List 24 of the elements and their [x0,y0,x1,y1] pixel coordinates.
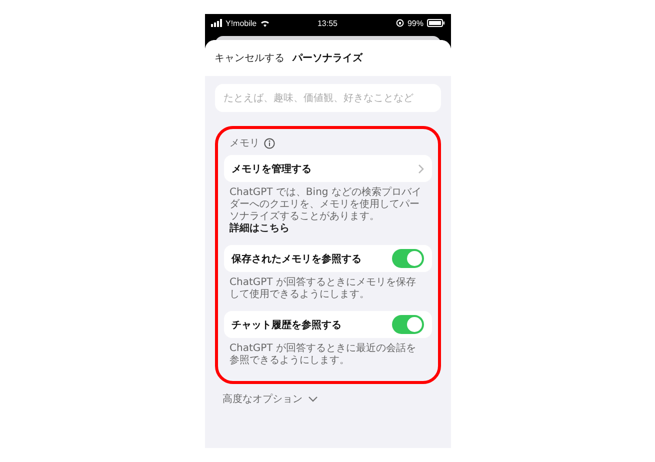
cancel-button[interactable]: キャンセルする [214,51,284,65]
row-label: チャット履歴を参照する [232,318,342,332]
section-heading: メモリ [230,137,260,150]
sheet-title: パーソナライズ [292,52,362,65]
advanced-options-toggle[interactable]: 高度なオプション [214,392,440,406]
info-icon [264,138,274,148]
settings-row[interactable]: メモリを管理する [224,155,432,182]
signal-icon [210,19,222,27]
rotation-lock-icon [396,19,404,27]
carrier-name: Y!mobile [226,18,257,28]
row-label: 保存されたメモリを参照する [232,252,362,266]
details-link[interactable]: 詳細はこちら [230,223,290,234]
status-time: 13:55 [317,18,338,28]
input-field[interactable]: たとえば、趣味、価値観、好きなことなど [214,84,440,112]
description-text: ChatGPT が回答するときに最近の会話を参照できるようにします。 [230,343,417,367]
battery-percent: 99% [407,18,424,28]
chevron-icon [308,396,318,402]
wifi-icon [260,19,270,27]
description-text: ChatGPT が回答するときにメモリを保存して使用できるようにします。 [230,277,417,301]
toggle-switch[interactable] [392,315,424,334]
description-text: ChatGPT では、Bing などの検索プロバイダーへのクエリを、メモリを使用してパーソナライズすることがあります。 詳細はこちら [230,187,422,235]
toggle-switch[interactable] [392,249,424,268]
battery-icon [426,19,444,27]
chevron-icon [418,164,424,174]
